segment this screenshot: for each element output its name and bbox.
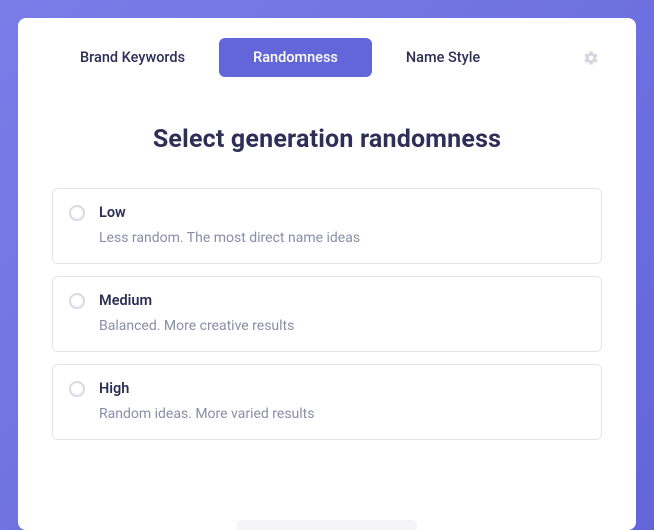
option-title: High bbox=[99, 380, 314, 397]
settings-card: Brand Keywords Randomness Name Style Sel… bbox=[18, 18, 636, 530]
option-title: Medium bbox=[99, 292, 294, 309]
radio-icon bbox=[69, 205, 85, 221]
tab-name-style[interactable]: Name Style bbox=[372, 38, 514, 77]
option-low[interactable]: Low Less random. The most direct name id… bbox=[52, 188, 602, 264]
tab-randomness[interactable]: Randomness bbox=[219, 38, 372, 77]
tabs-bar: Brand Keywords Randomness Name Style bbox=[18, 38, 636, 77]
option-medium[interactable]: Medium Balanced. More creative results bbox=[52, 276, 602, 352]
option-desc: Balanced. More creative results bbox=[99, 318, 294, 334]
option-high[interactable]: High Random ideas. More varied results bbox=[52, 364, 602, 440]
option-desc: Random ideas. More varied results bbox=[99, 406, 314, 422]
option-title: Low bbox=[99, 204, 360, 221]
gear-icon[interactable] bbox=[582, 49, 600, 67]
tab-brand-keywords[interactable]: Brand Keywords bbox=[46, 38, 219, 77]
radio-icon bbox=[69, 381, 85, 397]
option-desc: Less random. The most direct name ideas bbox=[99, 230, 360, 246]
radio-icon bbox=[69, 293, 85, 309]
options-list: Low Less random. The most direct name id… bbox=[18, 188, 636, 440]
page-title: Select generation randomness bbox=[18, 125, 636, 154]
footer-placeholder bbox=[237, 520, 417, 530]
